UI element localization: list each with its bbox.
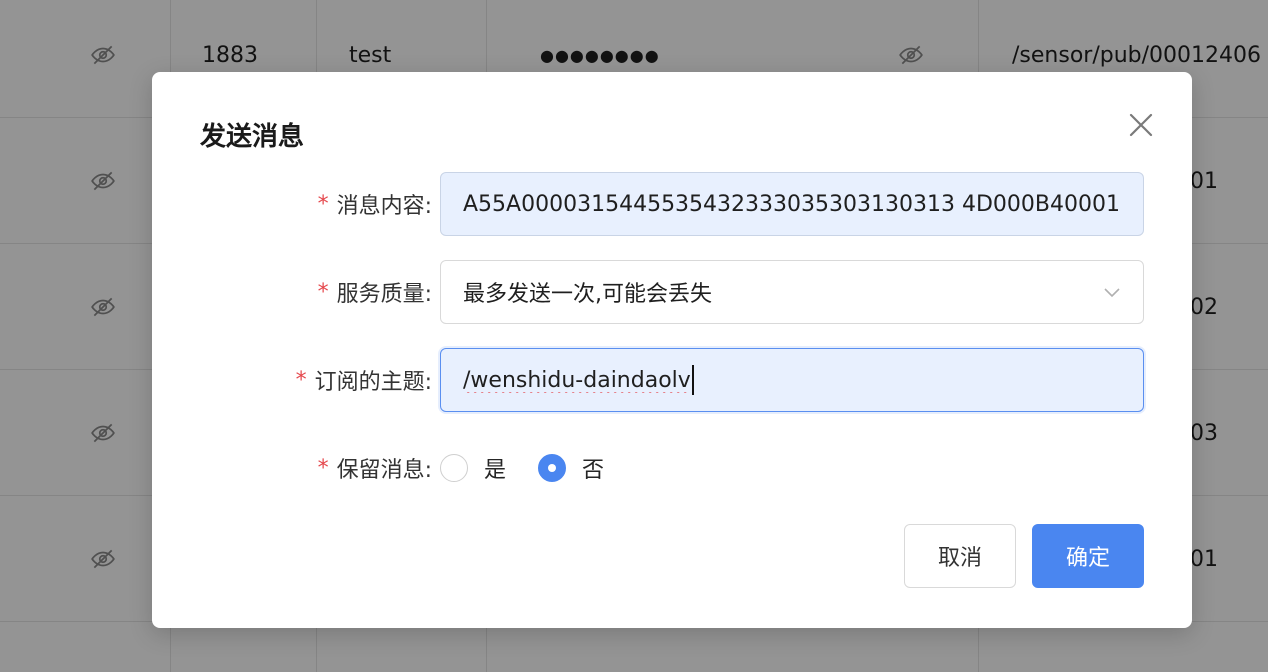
retain-radio-group: 是 否 (440, 436, 636, 500)
qos-select[interactable]: 最多发送一次,可能会丢失 (440, 260, 1144, 324)
label-text: 订阅的主题: (314, 370, 432, 395)
message-content-input[interactable]: A55A0000315445535432333035303130313 4D00… (440, 172, 1144, 236)
required-mark: * (317, 455, 329, 481)
chevron-down-icon (1104, 288, 1120, 298)
form-row-qos: * 服务质量: 最多发送一次,可能会丢失 (152, 260, 1192, 324)
dialog-title: 发送消息 (200, 122, 305, 152)
topic-value: /wenshidu-daindaolv (463, 367, 691, 393)
text-caret (691, 365, 694, 395)
topic-input[interactable]: /wenshidu-daindaolv (440, 348, 1144, 412)
cancel-button[interactable]: 取消 (904, 524, 1016, 588)
retain-option-yes[interactable]: 是 (440, 452, 506, 484)
form-row-topic: * 订阅的主题: /wenshidu-daindaolv (152, 348, 1192, 412)
radio-button-unchecked[interactable] (440, 454, 468, 482)
retain-label: * 保留消息: (318, 436, 432, 500)
retain-option-no[interactable]: 否 (538, 452, 604, 484)
close-icon[interactable] (1126, 110, 1156, 140)
confirm-button[interactable]: 确定 (1032, 524, 1144, 588)
label-text: 保留消息: (336, 458, 432, 483)
label-text: 服务质量: (336, 282, 432, 307)
qos-selected-value: 最多发送一次,可能会丢失 (463, 282, 712, 307)
message-content-label: * 消息内容: (318, 172, 432, 236)
required-mark: * (295, 367, 307, 393)
qos-label: * 服务质量: (318, 260, 432, 324)
radio-label[interactable]: 否 (582, 452, 604, 484)
radio-button-checked[interactable] (538, 454, 567, 482)
required-mark: * (317, 191, 329, 217)
message-content-value: A55A0000315445535432333035303130313 4D00… (463, 191, 1121, 217)
label-text: 消息内容: (336, 194, 432, 219)
send-message-dialog: 发送消息 * 消息内容: A55A00003154455354323330353… (152, 72, 1192, 628)
form-row-retain: * 保留消息: 是 否 (152, 436, 1192, 500)
form-row-message-content: * 消息内容: A55A0000315445535432333035303130… (152, 172, 1192, 236)
topic-label: * 订阅的主题: (296, 348, 432, 412)
required-mark: * (317, 279, 329, 305)
radio-label[interactable]: 是 (484, 452, 506, 484)
